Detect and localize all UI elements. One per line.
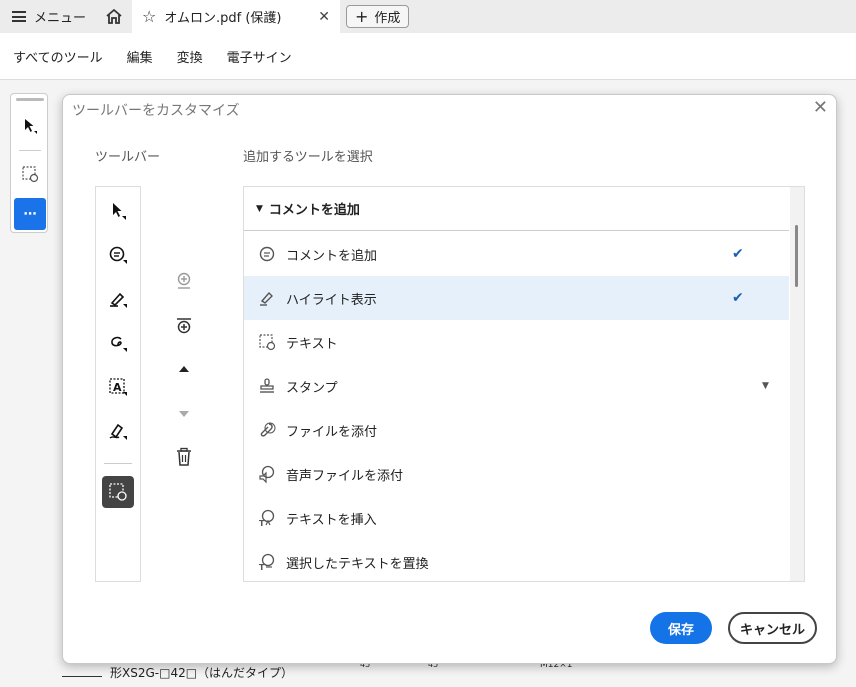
toolbar-item-select[interactable] (102, 195, 134, 227)
quick-tools-rail: ⋯ (10, 93, 48, 233)
toolbar-item-comment[interactable] (102, 239, 134, 271)
move-up-button[interactable] (171, 356, 197, 382)
hamburger-icon (12, 11, 26, 22)
comment-icon (109, 246, 127, 264)
document-line (62, 676, 102, 677)
add-to-toolbar-button[interactable] (171, 268, 197, 294)
add-text-icon: A (109, 378, 127, 396)
attach-file-icon (252, 415, 282, 445)
add-tools-section-label: 追加するツールを選択 (243, 150, 373, 165)
toolbar-item-text-box-selected[interactable] (102, 476, 134, 508)
stamp-icon (252, 371, 282, 401)
list-item-label: 選択したテキストを置換 (286, 556, 429, 572)
rail-grip[interactable] (16, 98, 44, 101)
triangle-down-icon (179, 411, 189, 417)
menu-bar: すべてのツール 編集 変換 電子サイン (0, 33, 856, 80)
list-item-label: コメントを追加 (286, 248, 378, 264)
toolbar-item-text[interactable]: A (102, 371, 134, 403)
rail-text-box-tool[interactable] (14, 158, 46, 190)
text-box-icon (109, 483, 127, 501)
text-box-icon (22, 166, 39, 183)
delete-button[interactable] (171, 444, 197, 470)
list-item[interactable]: ファイルを添付 (244, 408, 789, 452)
cursor-icon (113, 203, 126, 220)
list-item-label: ファイルを添付 (286, 424, 378, 440)
dropdown-caret-icon[interactable]: ▼ (762, 381, 769, 391)
highlight-icon (110, 292, 127, 308)
list-item[interactable]: コメントを追加 ✔ (244, 232, 789, 276)
menu-item-all-tools[interactable]: すべてのツール (13, 47, 103, 66)
customize-toolbar-dialog: ツールバーをカスタマイズ ✕ ツールバー 追加するツールを選択 A ▼ コメント… (62, 94, 837, 664)
rail-select-tool[interactable] (14, 110, 46, 142)
list-item[interactable]: T テキストを挿入 (244, 496, 789, 540)
menu-label: メニュー (34, 11, 87, 26)
toolbar-separator (104, 463, 132, 464)
rail-more-button[interactable]: ⋯ (14, 198, 46, 230)
group-header-add-comment[interactable]: ▼ コメントを追加 (244, 187, 789, 231)
list-item[interactable]: 音声ファイルを添付 (244, 452, 789, 496)
rail-separator (19, 150, 41, 151)
list-item[interactable]: テキスト (244, 320, 789, 364)
add-divider-icon (177, 318, 191, 334)
list-item-label: 音声ファイルを添付 (286, 468, 404, 484)
list-item-label: ハイライト表示 (286, 292, 377, 308)
dialog-close-icon[interactable]: ✕ (813, 97, 828, 118)
menu-item-convert[interactable]: 変換 (177, 47, 203, 66)
toolbar-section-label: ツールバー (95, 150, 161, 165)
text-box-icon (252, 327, 282, 357)
plus-icon: + (355, 7, 369, 26)
svg-text:T: T (259, 563, 265, 572)
document-part-label: 形XS2G-□42□（はんだタイプ） (110, 666, 294, 680)
collapse-icon: ▼ (256, 203, 263, 214)
list-item-label: テキスト (286, 336, 338, 352)
triangle-up-icon (179, 366, 189, 372)
home-button[interactable] (96, 0, 132, 33)
tool-list: ▼ コメントを追加 コメントを追加 ✔ ハイライト表示 ✔ テキスト スタンプ … (243, 186, 805, 582)
star-icon[interactable]: ☆ (142, 7, 156, 26)
list-item[interactable]: T 選択したテキストを置換 (244, 540, 789, 581)
menu-item-edit[interactable]: 編集 (127, 47, 153, 66)
add-circle-arrow-icon (177, 272, 191, 289)
toolbar-preview: A (95, 186, 141, 582)
svg-text:T: T (259, 519, 265, 528)
add-separator-button[interactable] (171, 313, 197, 339)
toolbar-item-sign[interactable] (102, 415, 134, 447)
sign-pen-icon (109, 423, 127, 440)
menu-item-e-sign[interactable]: 電子サイン (227, 47, 292, 66)
insert-text-icon: T (252, 503, 282, 533)
comment-icon (252, 239, 282, 269)
save-button[interactable]: 保存 (650, 612, 712, 644)
document-tab[interactable]: ☆ オムロン.pdf (保護) ✕ (132, 0, 341, 33)
list-item[interactable]: ハイライト表示 ✔ (244, 276, 789, 320)
dialog-title: ツールバーをカスタマイズ (72, 103, 240, 119)
document-tab-title: オムロン.pdf (保護) (164, 11, 282, 26)
freehand-draw-icon (111, 336, 127, 352)
checkmark-icon: ✔ (732, 290, 744, 306)
scrollbar-thumb[interactable] (795, 225, 798, 287)
menu-button[interactable]: メニュー (0, 0, 96, 33)
highlight-icon (252, 283, 282, 313)
cancel-button[interactable]: キャンセル (728, 612, 817, 644)
document-content: 形XS2G-□42□（はんだタイプ） 45° 45° M12×1 (62, 660, 762, 687)
toolbar-item-highlight[interactable] (102, 283, 134, 315)
checkmark-icon: ✔ (732, 246, 744, 262)
attach-audio-icon (252, 459, 282, 489)
cursor-icon (25, 119, 37, 134)
svg-text:A: A (113, 381, 122, 394)
create-label: 作成 (374, 11, 401, 26)
replace-text-icon: T (252, 547, 282, 577)
move-down-button[interactable] (171, 401, 197, 427)
group-header-label: コメントを追加 (268, 203, 360, 218)
trash-icon (177, 447, 191, 466)
list-item-label: スタンプ (286, 380, 338, 396)
list-item[interactable]: スタンプ ▼ (244, 364, 789, 408)
toolbar-item-draw[interactable] (102, 327, 134, 359)
list-item-label: テキストを挿入 (286, 512, 377, 528)
scrollbar[interactable] (790, 187, 804, 581)
tab-bar: メニュー ☆ オムロン.pdf (保護) ✕ + 作成 (0, 0, 856, 33)
close-tab-icon[interactable]: ✕ (318, 9, 330, 25)
create-button[interactable]: + 作成 (346, 5, 410, 28)
home-icon (106, 8, 122, 24)
